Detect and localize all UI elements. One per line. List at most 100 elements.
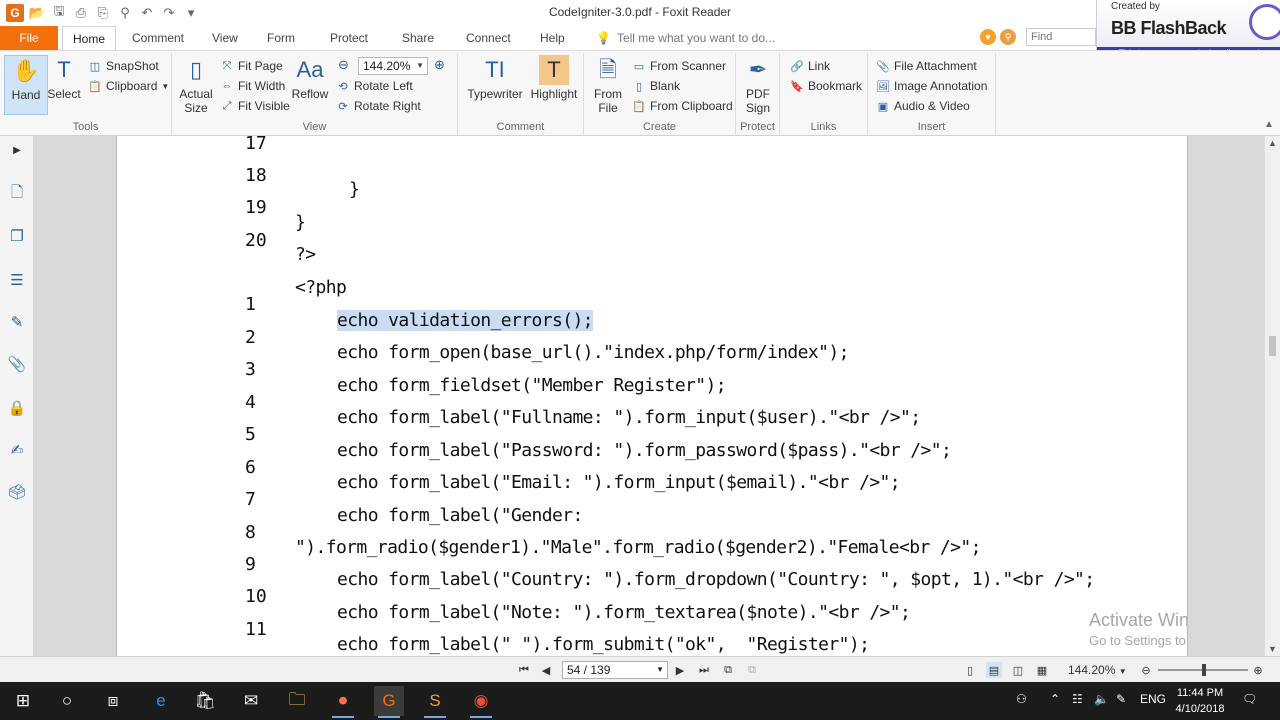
collapse-ribbon-icon[interactable]: ▲ xyxy=(1264,119,1274,130)
rotate-right-button[interactable]: ⟳ Rotate Right xyxy=(336,97,420,115)
from-scanner-button[interactable]: ▭ From Scanner xyxy=(632,57,726,75)
tab-file[interactable]: File xyxy=(0,26,58,50)
tab-form[interactable]: Form xyxy=(257,26,305,50)
tell-me-search[interactable]: 💡 Tell me what you want to do... xyxy=(596,31,775,45)
line-number: 6 xyxy=(245,457,256,478)
code-line: echo form_open(base_url()."index.php/for… xyxy=(337,342,849,363)
pdf-sign-button[interactable]: ✒ PDF Sign xyxy=(736,55,780,116)
continuous-facing-icon[interactable]: ▦ xyxy=(1034,662,1050,678)
tab-help[interactable]: Help xyxy=(530,26,575,50)
tab-home[interactable]: Home xyxy=(62,26,117,50)
expand-panel-icon[interactable]: ▶ xyxy=(7,140,27,160)
clipboard-button[interactable]: 📋 Clipboard ▼ xyxy=(88,77,169,95)
tab-share[interactable]: Share xyxy=(392,26,444,50)
show-hidden-icons-icon[interactable]: ⌃ xyxy=(1050,692,1060,706)
page-number-select[interactable]: 54 / 139 ▼ xyxy=(562,661,668,679)
windows-start-icon[interactable]: ⊞ xyxy=(8,686,38,716)
language-indicator[interactable]: ENG xyxy=(1140,692,1166,706)
typewriter-button[interactable]: TI Typewriter xyxy=(464,55,526,115)
single-page-icon[interactable]: ▯ xyxy=(962,662,978,678)
continuous-page-icon[interactable]: ▤ xyxy=(986,662,1002,678)
attachments-icon[interactable]: 📎 xyxy=(7,354,27,374)
actual-size-button[interactable]: ▯ Actual Size xyxy=(174,55,218,116)
task-view-icon[interactable]: ⧈ xyxy=(98,686,128,716)
rotate-left-button[interactable]: ⟲ Rotate Left xyxy=(336,77,412,95)
text-selection-highlight[interactable]: echo validation_errors(); xyxy=(337,310,594,331)
zoom-select[interactable]: 144.20% ▼ xyxy=(358,57,428,75)
image-annotation-button[interactable]: 🖼 Image Annotation xyxy=(876,77,987,95)
fit-page-button[interactable]: ⤧ Fit Page xyxy=(220,57,283,75)
find-input[interactable]: Find xyxy=(1026,28,1096,46)
tab-comment[interactable]: Comment xyxy=(122,26,194,50)
zoom-in-icon[interactable]: ⊕ xyxy=(434,57,445,73)
zoom-slider-knob[interactable] xyxy=(1202,664,1206,676)
code-line: } xyxy=(349,179,360,200)
security-lock-icon[interactable]: 🔒 xyxy=(7,398,27,418)
tab-protect[interactable]: Protect xyxy=(320,26,378,50)
snapshot-button[interactable]: ◫ SnapShot xyxy=(88,57,159,75)
first-page-icon[interactable]: ⏮ xyxy=(516,662,532,678)
heart-icon[interactable]: ♥ xyxy=(980,29,996,45)
chrome-browser-icon[interactable]: ◉ xyxy=(466,686,496,718)
pages-icon[interactable]: 🗋 xyxy=(7,184,27,204)
previous-page-icon[interactable]: ◀ xyxy=(538,662,554,678)
previous-view-icon[interactable]: ⧉ xyxy=(720,662,736,678)
bookmark-button[interactable]: 🔖 Bookmark xyxy=(790,77,862,95)
layers-icon[interactable]: ❐ xyxy=(7,226,27,246)
line-number: 20 xyxy=(245,230,267,251)
zoom-slider[interactable] xyxy=(1158,664,1248,676)
notifications-icon[interactable]: 🗨 xyxy=(1242,692,1257,706)
layers-stack-icon[interactable]: ☰ xyxy=(7,270,27,290)
from-file-button[interactable]: 🗎 From File xyxy=(586,55,630,116)
tab-connect[interactable]: Connect xyxy=(456,26,521,50)
scroll-up-icon[interactable]: ▲ xyxy=(1268,138,1277,148)
tab-view[interactable]: View xyxy=(202,26,248,50)
foxit-reader-taskbar-icon[interactable]: G xyxy=(374,686,404,718)
vertical-scrollbar[interactable]: ▲ ▼ xyxy=(1264,136,1280,656)
from-clipboard-button[interactable]: 📋 From Clipboard xyxy=(632,97,733,115)
scrollbar-thumb[interactable] xyxy=(1269,336,1276,356)
next-view-icon[interactable]: ⧉ xyxy=(744,662,760,678)
file-explorer-icon[interactable]: 🗀 xyxy=(282,686,312,716)
line-number: 8 xyxy=(245,522,256,543)
reflow-button[interactable]: Aa Reflow xyxy=(288,55,332,115)
scroll-down-icon[interactable]: ▼ xyxy=(1268,644,1277,654)
store-icon[interactable]: 🛍 xyxy=(190,686,220,716)
sublime-text-icon[interactable]: S xyxy=(420,686,450,718)
certificate-icon[interactable]: 🗳 xyxy=(7,482,27,502)
signature-icon[interactable]: ✍ xyxy=(7,440,27,460)
search-icon[interactable]: ⚲ xyxy=(1000,29,1016,45)
fit-visible-button[interactable]: ⤢ Fit Visible xyxy=(220,97,290,115)
line-number: 1 xyxy=(245,294,256,315)
zoom-out-icon[interactable]: ⊖ xyxy=(1138,662,1154,678)
code-line[interactable]: echo validation_errors(); xyxy=(337,310,594,331)
audio-video-button[interactable]: ▣ Audio & Video xyxy=(876,97,970,115)
network-icon[interactable]: ☷ xyxy=(1072,692,1083,706)
pdf-page[interactable]: 17 18 19 20 } } ?> <?php 1 2 3 4 5 6 7 8… xyxy=(116,136,1188,656)
volume-icon[interactable]: 🔈 xyxy=(1094,692,1109,706)
fit-width-button[interactable]: ⇔ Fit Width xyxy=(220,77,286,95)
people-icon[interactable]: ⚇ xyxy=(1016,692,1027,706)
activate-windows-notice: Activate Windows Go to Settings to activ… xyxy=(1089,610,1188,648)
flashback-recorder-icon[interactable]: ⏺ xyxy=(328,686,358,718)
edge-browser-icon[interactable]: e xyxy=(146,686,176,716)
zoom-out-icon[interactable]: ⊖ xyxy=(338,57,349,73)
blank-button[interactable]: ▯ Blank xyxy=(632,77,680,95)
file-attachment-button[interactable]: 📎 File Attachment xyxy=(876,57,977,75)
next-page-icon[interactable]: ▶ xyxy=(672,662,688,678)
system-clock[interactable]: 11:44 PM 4/10/2018 xyxy=(1172,685,1228,717)
select-tool-button[interactable]: T Select xyxy=(42,55,86,115)
highlight-button[interactable]: T Highlight xyxy=(528,55,580,115)
comments-icon[interactable]: ✎ xyxy=(7,312,27,332)
text-cursor-icon: T xyxy=(57,57,71,82)
mail-icon[interactable]: ✉ xyxy=(236,686,266,716)
blank-page-icon: ▯ xyxy=(635,80,643,93)
last-page-icon[interactable]: ⏭ xyxy=(696,662,712,678)
cortana-search-icon[interactable]: ○ xyxy=(52,686,82,716)
document-area[interactable]: 17 18 19 20 } } ?> <?php 1 2 3 4 5 6 7 8… xyxy=(34,136,1264,656)
zoom-in-icon[interactable]: ⊕ xyxy=(1250,662,1266,678)
facing-page-icon[interactable]: ◫ xyxy=(1010,662,1026,678)
link-button[interactable]: 🔗 Link xyxy=(790,57,830,75)
input-method-icon[interactable]: ✎ xyxy=(1116,692,1126,706)
status-zoom-level[interactable]: 144.20% ▼ xyxy=(1068,663,1127,677)
